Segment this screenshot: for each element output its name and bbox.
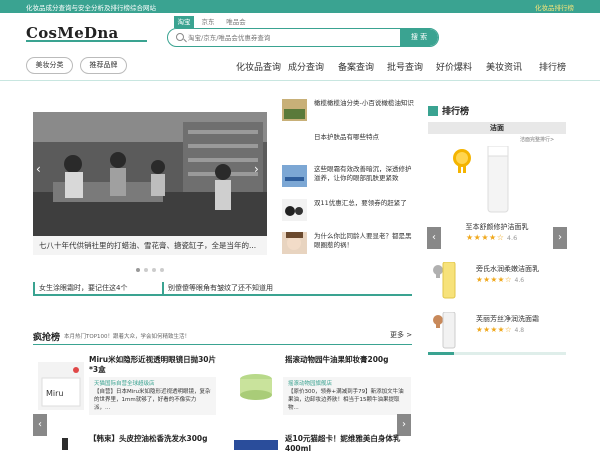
news-thumb (282, 232, 307, 254)
rating-score: 4.6 (506, 234, 518, 242)
nav-cosmetic-search[interactable]: 化妆品查询 (236, 60, 281, 73)
news-title: 日本护肤品有哪些特点 (314, 133, 379, 141)
rating-stars: ★★★★☆ (466, 233, 505, 242)
ranking-header: 排行榜 (428, 104, 566, 118)
ranking-item-1[interactable]: 至本舒颜修护洁面乳 ★★★★☆ 4.6 (428, 140, 566, 272)
news-item[interactable]: 橄榄橄榄油分类-小百说橄榄油知识 (282, 99, 414, 123)
product-desc: 【自营】日本Miru米如隐形近视透明眼镜，复杂的世界里，1mm就够了，好看的不像… (94, 389, 211, 411)
product-title[interactable]: Miru米如隐形近视透明眼镜日抛30片*3盒 (89, 355, 219, 375)
ranking-title: 排行榜 (442, 107, 470, 117)
ranking-item-rating: ★★★★☆ 4.8 (476, 325, 524, 334)
ranking-item-2[interactable]: 旁氏水润柔嫩洁面乳 ★★★★☆ 4.6 (428, 260, 566, 302)
gold-medal-icon (453, 149, 471, 173)
nav-record-search[interactable]: 备案查询 (338, 60, 374, 73)
ticker-item[interactable]: 别傻傻等眼角有皱纹了还不知道用 (162, 282, 273, 294)
product-image[interactable] (234, 440, 278, 450)
product-title[interactable]: 【韩束】头皮控油松香洗发水300g (89, 434, 208, 444)
banner-caption[interactable]: 七八十年代供销社里的打蜡油、雪花膏、搪瓷缸子，全是当年的... (33, 236, 267, 255)
ranking-item-name: 至本舒颜修护洁面乳 (465, 223, 529, 231)
top-bar: 化妆品成分查询与安全分析及排行榜综合网站 化妆品排行榜 (0, 0, 600, 13)
nav-ranking[interactable]: 排行榜 (539, 60, 566, 73)
banner-next-arrow[interactable]: › (254, 162, 259, 176)
banner-dots (136, 265, 168, 274)
ranking-item-name: 旁氏水润柔嫩洁面乳 (476, 265, 539, 273)
ranking-item-rating: ★★★★☆ 4.6 (466, 233, 517, 242)
news-item[interactable]: 这些眼霜有效改善暗沉，深透修护滋养，让你的眼部肌肤更紧致 (282, 165, 414, 189)
news-title: 双11优惠汇总，要领券的赶紧了 (314, 199, 407, 207)
search-box: 搜 索 (167, 28, 439, 47)
news-title: 为什么你比同龄人要显老？都是黑眼圈惹的祸！ (314, 232, 412, 249)
news-item[interactable]: 日本护肤品有哪些特点 (282, 133, 414, 147)
news-item[interactable]: 为什么你比同龄人要显老？都是黑眼圈惹的祸！ (282, 232, 414, 256)
product-title[interactable]: 返10元猫超卡！妮维雅美白身体乳400ml (285, 434, 410, 454)
news-thumb (282, 165, 307, 187)
banner-dot[interactable] (144, 268, 148, 272)
product-desc-box[interactable]: 天猫国际自营全球超级店 【自营】日本Miru米如隐形近视透明眼镜，复杂的世界里，… (89, 377, 216, 415)
rush-more-link[interactable]: 更多 > (390, 330, 412, 340)
rating-stars: ★★★★☆ (476, 275, 513, 284)
rating-score: 4.6 (514, 277, 525, 284)
search-input[interactable] (188, 31, 398, 44)
nav-beauty-news[interactable]: 美妆资讯 (486, 60, 522, 73)
banner-carousel[interactable]: 七八十年代供销社里的打蜡油、雪花膏、搪瓷缸子，全是当年的... (33, 112, 267, 255)
logo-underline (26, 40, 147, 42)
rating-score: 4.8 (514, 327, 525, 334)
rush-prev-button[interactable]: ‹ (33, 414, 47, 436)
product-image (442, 262, 456, 299)
ranking-tab-cleanser[interactable]: 洁面 (428, 122, 566, 134)
ranking-next-button[interactable]: › (553, 227, 567, 249)
search-icon (176, 33, 184, 41)
ranking-scroll-thumb[interactable] (428, 352, 454, 355)
shop-name: 天猫国际自营全球超级店 (94, 381, 155, 387)
product-image (442, 312, 456, 349)
news-thumb (282, 199, 307, 221)
news-thumb (282, 99, 307, 121)
ranking-item-name: 芙丽芳丝净润洗面霜 (476, 315, 539, 323)
product-desc-box[interactable]: 摇滚动物园旗舰店 【原价300，领券+满减到手79】新添加文牛油果油，边卸妆边养… (283, 377, 411, 415)
rush-subtitle: 本月热门TOP100！跟着大众，学会如何精致生活！ (64, 334, 191, 340)
product-image[interactable]: Miru (38, 362, 84, 410)
search-tab-vip[interactable]: 唯品会 (222, 16, 250, 28)
banner-dot[interactable] (152, 268, 156, 272)
product-title[interactable]: 摇滚动物园牛油果卸妆膏200g (285, 355, 389, 365)
ranking-item-3[interactable]: 芙丽芳丝净润洗面霜 ★★★★☆ 4.8 (428, 310, 566, 352)
nav-divider (0, 80, 600, 81)
ranking-top-link[interactable]: 化妆品排行榜 (535, 2, 574, 12)
product-image (487, 146, 509, 213)
product-image[interactable] (50, 438, 80, 450)
ranking-scrollbar[interactable] (428, 352, 566, 355)
rating-stars: ★★★★☆ (476, 325, 513, 334)
ranking-item-rating: ★★★★☆ 4.6 (476, 275, 524, 284)
ticker-divider (33, 294, 412, 296)
nav-ingredient-search[interactable]: 成分查询 (288, 60, 324, 73)
news-item[interactable]: 双11优惠汇总，要领券的赶紧了 (282, 199, 414, 221)
product-desc: 【原价300，领券+满减到手79】新添加文牛油果油，边卸妆边养肤！相当于15颗牛… (288, 389, 404, 411)
product-brand: Miru (46, 389, 63, 398)
search-button[interactable]: 搜 索 (400, 29, 438, 46)
rush-divider (33, 344, 412, 345)
search-tab-taobao[interactable]: 淘宝 (174, 16, 194, 28)
product-image[interactable] (234, 365, 278, 409)
ranking-prev-button[interactable]: ‹ (427, 227, 441, 249)
rush-title: 疯抢榜 (33, 333, 61, 343)
beauty-category-button[interactable]: 美妆分类 (26, 57, 73, 74)
nav-deals[interactable]: 好价爆料 (436, 60, 472, 73)
banner-photo (33, 112, 267, 236)
ticker-item[interactable]: 女生涂眼霜时，要记住这4个 (33, 282, 127, 294)
shop-name: 摇滚动物园旗舰店 (288, 381, 333, 387)
banner-dot[interactable] (160, 268, 164, 272)
news-title: 这些眼霜有效改善暗沉，深透修护滋养，让你的眼部肌肤更紧致 (314, 165, 412, 182)
recommended-brand-button[interactable]: 推荐品牌 (80, 57, 127, 74)
banner-dot[interactable] (136, 268, 140, 272)
nav-batch-search[interactable]: 批号查询 (387, 60, 423, 73)
search-tab-jd[interactable]: 京东 (196, 16, 220, 28)
site-tagline: 化妆品成分查询与安全分析及排行榜综合网站 (26, 4, 156, 12)
rush-next-button[interactable]: › (397, 414, 411, 436)
news-title: 橄榄橄榄油分类-小百说橄榄油知识 (314, 99, 414, 107)
ranking-icon (428, 106, 438, 116)
banner-prev-arrow[interactable]: ‹ (36, 162, 41, 176)
